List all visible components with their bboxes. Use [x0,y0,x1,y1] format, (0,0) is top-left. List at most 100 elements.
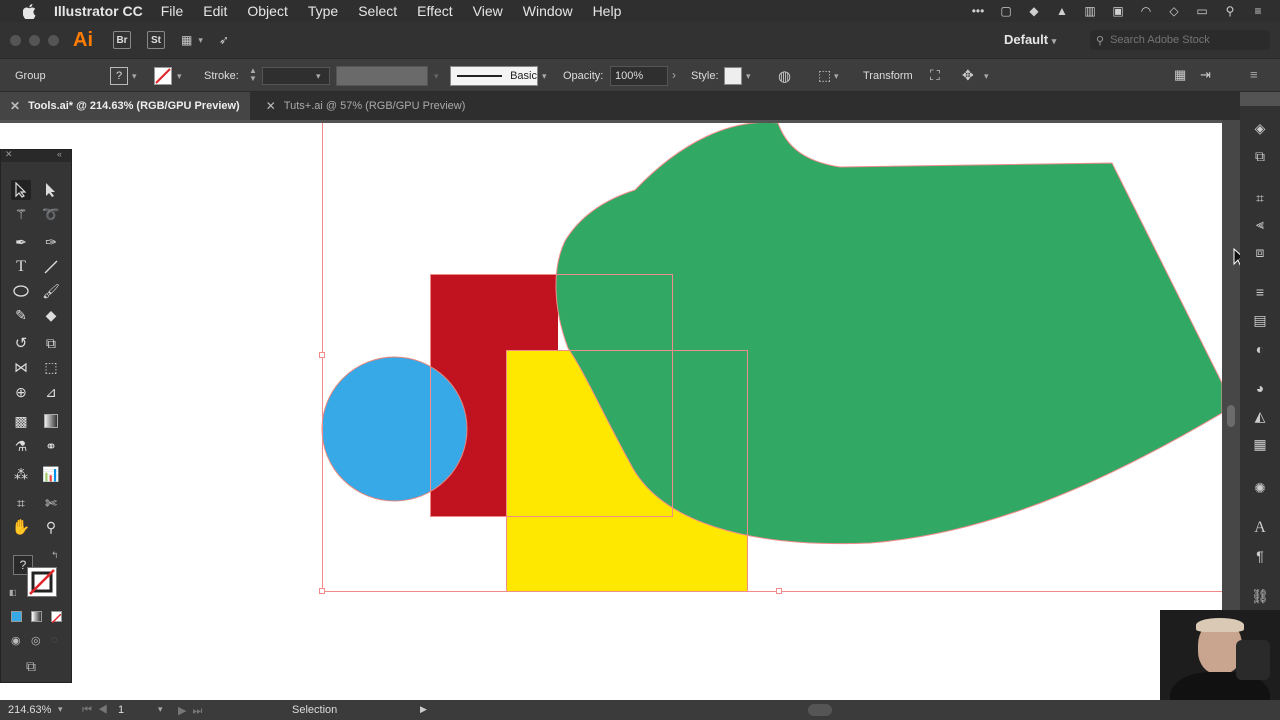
curvature-tool-icon[interactable]: ✑ [41,232,61,252]
artboard-nav-prev[interactable]: ⏮◀ [82,704,114,717]
stock-button[interactable]: St [147,31,165,49]
close-window-button[interactable] [10,34,21,46]
blue-circle[interactable] [321,356,468,502]
minimize-window-button[interactable] [29,34,40,46]
search-icon[interactable]: ⚲ [1222,4,1238,18]
gradient-icon[interactable]: ▤ [1250,310,1270,330]
bounding-box-handle[interactable] [319,352,325,358]
paragraph-icon[interactable]: ¶ [1250,546,1270,566]
screen-icon[interactable]: ▣ [1110,4,1126,18]
color-guide-icon[interactable]: ◭ [1250,406,1270,426]
chat-icon[interactable]: ▢ [998,4,1014,18]
menu-effect[interactable]: Effect [417,3,453,19]
draw-normal-icon[interactable]: ◉ [11,634,21,647]
recolor-artwork-icon[interactable]: ◍ [778,67,791,85]
horizontal-scroll-thumb[interactable] [808,704,832,716]
symbol-sprayer-tool-icon[interactable]: ⁂ [11,464,31,484]
magic-wand-tool-icon[interactable]: ⚚ [11,204,31,224]
default-colors-icon[interactable]: ◧ [9,588,17,597]
dropbox-icon[interactable]: ◆ [1026,4,1042,18]
layout-icon[interactable]: ▥ [1082,4,1098,18]
artboard-number[interactable]: 1 [118,704,124,716]
transform-link[interactable]: Transform [863,70,913,82]
menu-select[interactable]: Select [358,3,397,19]
column-graph-tool-icon[interactable]: 📊 [41,464,61,484]
align-icon[interactable]: ⫷ [1250,214,1270,234]
scale-tool-icon[interactable]: ⧉ [41,333,61,353]
stroke-icon[interactable]: ≡ [1250,282,1270,302]
green-blob[interactable] [555,123,1222,545]
stroke-label[interactable]: Stroke: [204,70,239,82]
isolate-group-icon[interactable]: ⛶ [930,67,940,84]
zoom-level[interactable]: 214.63% [8,704,51,716]
menu-window[interactable]: Window [523,3,573,19]
tab-tutsplus[interactable]: ✕ Tuts+.ai @ 57% (RGB/GPU Preview) [256,92,476,120]
canvas-area[interactable] [0,120,1240,700]
panel-menu-icon[interactable]: ≡ [1250,67,1258,82]
shaper-tool-icon[interactable]: ✎ [11,305,31,325]
bounding-box-handle[interactable] [319,588,325,594]
direct-selection-tool-icon[interactable] [41,180,61,200]
artboard-tool-icon[interactable]: ⌗ [11,493,31,513]
swap-colors-icon[interactable]: ↰ [51,550,59,561]
tab-tools[interactable]: ✕ Tools.ai* @ 214.63% (RGB/GPU Preview) [0,92,250,120]
none-mode-icon[interactable] [51,611,62,624]
blend-tool-icon[interactable]: ⚭ [41,436,61,456]
chevron-down-icon[interactable]: ▾ [984,71,989,82]
chevron-right-icon[interactable]: › [672,68,676,82]
free-transform-tool-icon[interactable]: ⬚ [41,357,61,377]
chevron-down-icon[interactable]: ▾ [834,71,839,82]
zoom-tool-icon[interactable]: ⚲ [41,517,61,537]
bounding-box-handle[interactable] [776,588,782,594]
pathfinder-icon[interactable]: ⧈ [1250,242,1270,262]
gradient-mode-icon[interactable] [31,611,42,622]
menu-help[interactable]: Help [593,3,622,19]
variable-width-profile[interactable] [336,66,428,86]
stroke-swatch[interactable] [154,67,172,85]
shape-builder-tool-icon[interactable]: ⊕ [11,382,31,402]
menu-edit[interactable]: Edit [203,3,227,19]
gradient-tool-icon[interactable] [41,411,61,431]
appearance-icon[interactable]: ✺ [1250,478,1270,498]
width-tool-icon[interactable]: ⋈ [11,357,31,377]
close-icon[interactable]: ✕ [10,99,20,113]
color-icon[interactable]: ◕ [1250,378,1270,398]
panel-toggle-icon[interactable]: ⇥ [1200,67,1211,83]
arrange-documents-icon[interactable]: ▦ [181,33,192,47]
wifi-icon[interactable]: ◠ [1138,4,1154,18]
transform-icon[interactable]: ⌗ [1250,188,1270,208]
chevron-down-icon[interactable]: ▾ [58,704,63,715]
screen-mode-icon[interactable]: ⧉ [26,658,36,675]
eraser-tool-icon[interactable]: ◆ [41,305,61,325]
menu-type[interactable]: Type [308,3,338,19]
diamond-icon[interactable]: ◇ [1166,4,1182,18]
draw-behind-icon[interactable]: ◎ [31,634,41,647]
fill-swatch[interactable]: ? [110,67,128,85]
artboard[interactable] [0,123,1222,700]
workspace-switcher[interactable]: Default ▾ [1004,32,1056,47]
slice-tool-icon[interactable]: ✄ [41,493,61,513]
color-mode-icon[interactable] [11,611,22,622]
chevron-down-icon[interactable]: ▾ [434,71,439,82]
close-icon[interactable]: ✕ [266,99,276,113]
stroke-stepper[interactable]: ▲ ▼ [246,67,260,85]
character-icon[interactable]: A [1250,518,1270,538]
layers-icon[interactable]: ◈ [1250,118,1270,138]
close-icon[interactable]: ✕ [5,149,13,160]
chevron-down-icon[interactable]: ▾ [316,71,321,82]
selection-tool-icon[interactable] [11,180,31,200]
chevron-down-icon[interactable]: ▾ [198,35,203,46]
puppet-warp-icon[interactable]: ✥ [962,67,974,84]
lasso-tool-icon[interactable]: ➰ [41,204,61,224]
menu-object[interactable]: Object [247,3,287,19]
rocket-icon[interactable]: ➶ [219,33,229,47]
tools-panel-header[interactable]: ✕ « [1,149,71,162]
artboards-icon[interactable]: ⧉ [1250,146,1270,166]
eyedropper-tool-icon[interactable]: ⚗ [11,436,31,456]
menu-view[interactable]: View [473,3,503,19]
draw-inside-icon[interactable]: ◌ [51,634,58,646]
bridge-button[interactable]: Br [113,31,131,49]
scrollbar-thumb[interactable] [1227,405,1235,427]
zoom-window-button[interactable] [48,34,59,46]
chevron-down-icon[interactable]: ▾ [542,71,547,82]
